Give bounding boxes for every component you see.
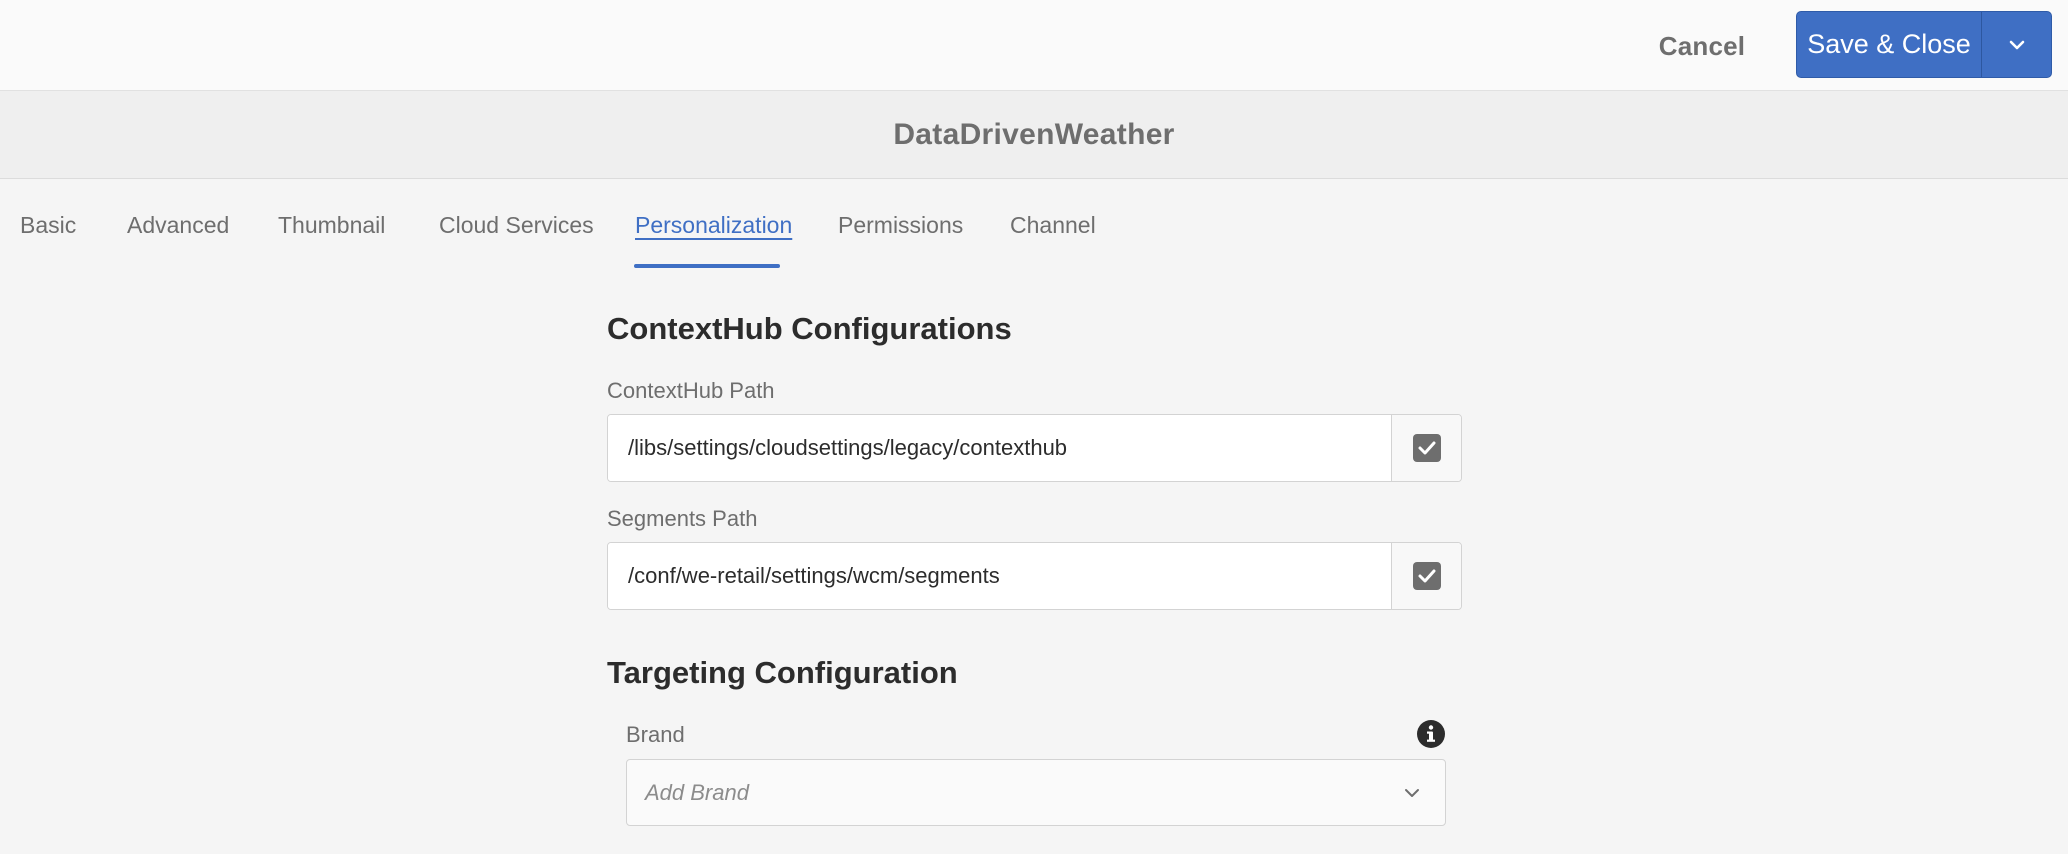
brand-label: Brand <box>626 722 685 747</box>
segments-path-field <box>607 542 1462 610</box>
save-options-toggle[interactable] <box>1982 12 2051 77</box>
tab-basic[interactable]: Basic <box>20 212 76 252</box>
chevron-down-icon <box>1405 789 1419 797</box>
brand-placeholder: Add Brand <box>645 779 749 805</box>
targeting-heading: Targeting Configuration <box>607 655 958 690</box>
tab-cloud-services[interactable]: Cloud Services <box>439 212 594 252</box>
tab-advanced[interactable]: Advanced <box>127 212 229 252</box>
tab-bar: Basic Advanced Thumbnail Cloud Services … <box>0 180 2068 270</box>
save-button-group: Save & Close <box>1796 11 2052 78</box>
contexthub-path-input[interactable] <box>608 415 1391 481</box>
save-and-close-button[interactable]: Save & Close <box>1797 12 1982 77</box>
segments-path-label: Segments Path <box>607 506 758 531</box>
action-bar: Cancel Save & Close <box>0 0 2068 91</box>
tab-personalization[interactable]: Personalization <box>635 212 792 252</box>
checkmark-icon <box>1418 441 1435 455</box>
active-tab-indicator <box>634 264 780 268</box>
brand-select[interactable]: Add Brand <box>626 759 1446 826</box>
contexthub-path-label: ContextHub Path <box>607 378 775 403</box>
contexthub-heading: ContextHub Configurations <box>607 311 1012 346</box>
contexthub-path-field <box>607 414 1462 482</box>
segments-path-inherit-toggle[interactable] <box>1391 543 1461 609</box>
cancel-button[interactable]: Cancel <box>1640 23 1764 69</box>
tab-thumbnail[interactable]: Thumbnail <box>278 212 385 252</box>
title-bar: DataDrivenWeather <box>0 91 2068 179</box>
tab-permissions[interactable]: Permissions <box>838 212 963 252</box>
page-title: DataDrivenWeather <box>893 117 1175 151</box>
checkmark-icon <box>1418 569 1435 583</box>
contexthub-path-inherit-toggle[interactable] <box>1391 415 1461 481</box>
segments-path-input[interactable] <box>608 543 1391 609</box>
checkbox-checked-icon <box>1412 434 1441 462</box>
tab-channel[interactable]: Channel <box>1010 212 1096 252</box>
checkbox-checked-icon <box>1412 562 1441 590</box>
info-icon[interactable] <box>1416 719 1446 749</box>
chevron-down-icon <box>2009 40 2024 49</box>
